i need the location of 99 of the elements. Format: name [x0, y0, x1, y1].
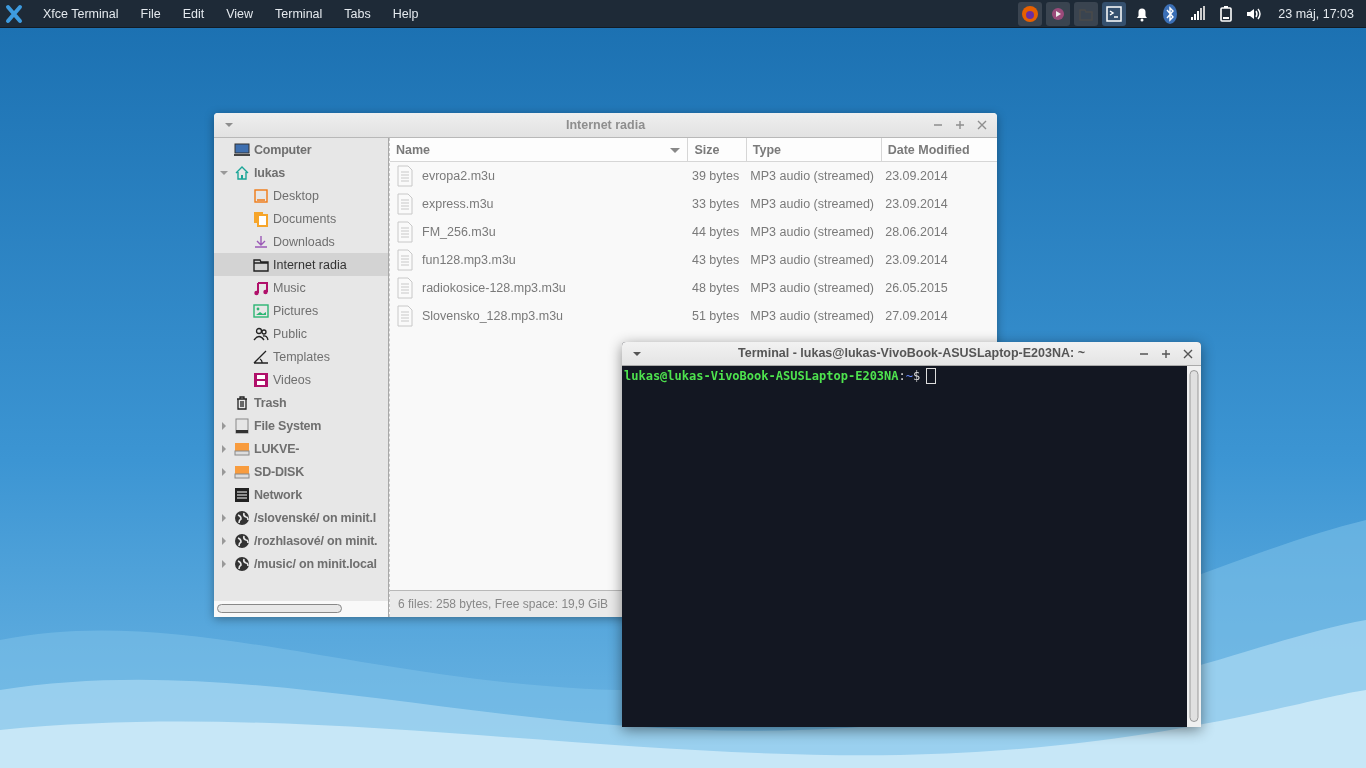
sidebar-item[interactable]: Templates [214, 345, 388, 368]
minimize-icon[interactable] [1139, 352, 1149, 355]
close-icon[interactable] [1183, 348, 1193, 359]
column-header[interactable]: Size [687, 138, 747, 162]
table-cell-text: 28.06.2014 [884, 224, 949, 241]
documents-icon [253, 210, 269, 227]
document-icon [396, 221, 414, 243]
globe-icon [234, 555, 250, 572]
table-cell-text: 23.09.2014 [884, 252, 949, 269]
table-cell-text: MP3 audio (streamed) [749, 280, 875, 297]
document-icon [396, 305, 414, 327]
table-cell: 39 bytes [687, 161, 747, 190]
table-cell-text: MP3 audio (streamed) [749, 224, 875, 241]
sidebar-item[interactable]: lukas [214, 161, 388, 184]
menu-item[interactable]: File [129, 0, 172, 28]
sidebar-item[interactable]: Public [214, 322, 388, 345]
file-name[interactable]: fun128.mp3.m3u [422, 253, 516, 267]
table-cell: MP3 audio (streamed) [746, 161, 882, 190]
menu-item[interactable]: Edit [171, 0, 216, 28]
table-cell-text: 27.09.2014 [884, 308, 949, 325]
sidebar-item[interactable]: LUKVE- [214, 437, 388, 460]
sidebar-item[interactable]: Trash [214, 391, 388, 414]
file-name[interactable]: FM_256.m3u [422, 225, 496, 239]
table-cell-text: 48 bytes [690, 280, 741, 297]
window-title: Internet radia [565, 118, 646, 132]
people-icon [253, 325, 269, 342]
sidebar-item[interactable]: Computer [214, 138, 388, 161]
clock[interactable]: 23 máj, 17:03 [1270, 6, 1360, 21]
expand-arrow-icon[interactable] [219, 466, 229, 477]
sidebar-item[interactable]: Pictures [214, 299, 388, 322]
document-icon [396, 165, 414, 187]
file-name[interactable]: express.m3u [422, 197, 494, 211]
app-name: Xfce Terminal [42, 5, 120, 23]
terminal-icon[interactable] [1102, 1, 1127, 26]
drive-icon [234, 463, 250, 480]
text-cursor [926, 368, 937, 384]
table-cell-text: 33 bytes [690, 196, 741, 213]
maximize-icon[interactable] [955, 120, 965, 130]
document-icon [396, 249, 414, 271]
prompt-line: lukas@lukas-VivoBook-ASUSLaptop-E203NA:~$ [624, 369, 921, 383]
table-cell-text: MP3 audio (streamed) [749, 196, 875, 213]
status-text: 6 files: 258 bytes, Free space: 19,9 GiB [398, 597, 609, 611]
globe-icon [234, 532, 250, 549]
table-cell-text: 26.05.2015 [884, 280, 949, 297]
sidebar-item[interactable]: File System [214, 414, 388, 437]
sidebar-item[interactable]: Desktop [214, 184, 388, 207]
desktop-icon [253, 187, 269, 204]
menu-item[interactable]: Terminal [264, 0, 334, 28]
document-icon [396, 193, 414, 215]
table-cell-text: MP3 audio (streamed) [749, 308, 875, 325]
download-icon [253, 233, 269, 250]
sidebar-item[interactable]: Music [214, 276, 388, 299]
music-icon [253, 279, 269, 296]
browser-icon[interactable] [1018, 1, 1043, 26]
table-cell-text: 43 bytes [690, 252, 741, 269]
file-name[interactable]: Slovensko_128.mp3.m3u [422, 309, 564, 323]
menu-item[interactable]: View [215, 0, 265, 28]
sidebar-item[interactable]: Documents [214, 207, 388, 230]
expand-arrow-icon[interactable] [219, 535, 229, 546]
document-icon [396, 277, 414, 299]
table-cell-text: MP3 audio (streamed) [749, 252, 875, 269]
globe-icon [234, 509, 250, 526]
home-icon [234, 164, 250, 181]
sidebar-item[interactable]: /slovenské/ on minit.l [214, 506, 388, 529]
column-header[interactable]: Name [390, 138, 688, 162]
expand-arrow-icon[interactable] [219, 420, 229, 431]
film-icon [253, 371, 269, 388]
menu-item[interactable]: Tabs [333, 0, 382, 28]
table-cell-text: 23.09.2014 [884, 196, 949, 213]
close-icon[interactable] [977, 120, 987, 130]
sidebar-item[interactable]: Downloads [214, 230, 388, 253]
menu-item[interactable]: Help [381, 0, 430, 28]
sidebar-item[interactable]: SD-DISK [214, 460, 388, 483]
table-cell-text: 51 bytes [690, 308, 741, 325]
picture-icon [253, 302, 269, 319]
window-title: Terminal - lukas@lukas-VivoBook-ASUSLaptop-E203NA: ~ [738, 346, 1085, 360]
computer-icon [234, 141, 250, 158]
sidebar-item[interactable]: /music/ on minit.local [214, 552, 388, 575]
sidebar-item[interactable]: Network [214, 483, 388, 506]
maximize-icon[interactable] [1161, 348, 1171, 359]
network-icon [234, 486, 250, 503]
sidebar-item[interactable]: Internet radia [214, 253, 388, 276]
expand-arrow-icon[interactable] [219, 443, 229, 454]
file-name[interactable]: radiokosice-128.mp3.m3u [422, 281, 566, 295]
ruler-icon [253, 348, 269, 365]
file-name[interactable]: evropa2.m3u [422, 169, 495, 183]
drive-icon [234, 440, 250, 457]
sidebar-item[interactable]: Videos [214, 368, 388, 391]
trash-icon [234, 394, 250, 411]
minimize-icon[interactable] [933, 124, 943, 126]
sidebar-item[interactable]: /rozhlasové/ on minit. [214, 529, 388, 552]
play-icon[interactable] [1046, 1, 1071, 26]
table-cell-text: 44 bytes [690, 224, 741, 241]
folder-icon [253, 256, 269, 273]
column-header[interactable]: Type [746, 138, 882, 162]
table-cell: 23.09.2014 [881, 161, 997, 190]
expand-arrow-icon[interactable] [219, 558, 229, 569]
column-header[interactable]: Date Modified [881, 138, 997, 162]
expand-arrow-icon[interactable] [219, 512, 229, 523]
